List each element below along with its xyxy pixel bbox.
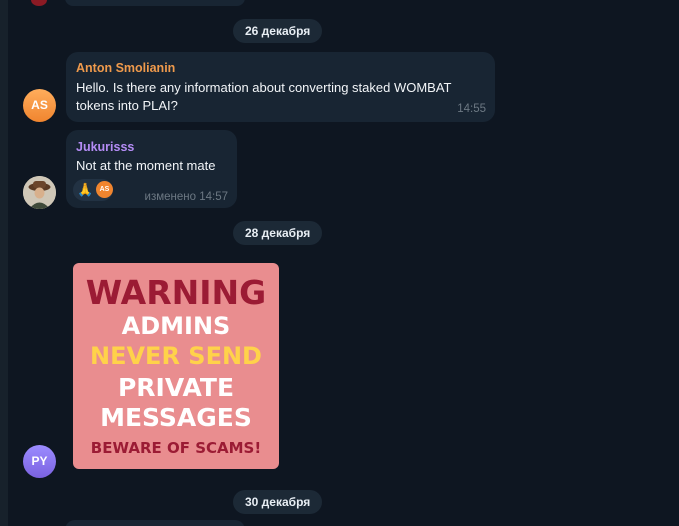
message-text-line: tokens into PLAI? (76, 98, 178, 113)
warning-line: PRIVATE (117, 373, 235, 402)
date-separator: 26 декабря (233, 19, 323, 43)
warning-line: NEVER SEND (90, 342, 262, 370)
warning-line: ADMINS (121, 312, 231, 340)
date-separator: 30 декабря (233, 490, 323, 514)
partial-avatar-icon (31, 0, 47, 6)
avatar[interactable]: AS (23, 89, 56, 122)
sidebar-edge (0, 0, 8, 526)
reactor-avatar: AS (96, 181, 113, 198)
sender-name[interactable]: Jukurisss (76, 140, 134, 154)
message-bubble[interactable]: Anton Smolianin Hello. Is there any info… (66, 52, 495, 122)
message-bubble[interactable]: Jukurisss Not at the moment mate 🙏 AS из… (66, 130, 237, 208)
chat-history[interactable]: 26 декабря AS Anton Smolianin Hello. Is … (0, 0, 679, 526)
message-text: Not at the moment mate (76, 158, 216, 173)
sender-name[interactable]: Anton Smolianin (76, 61, 175, 75)
message-time: 14:55 (457, 103, 486, 115)
warning-line: MESSAGES (100, 403, 252, 432)
message-edited-time: изменено 14:57 (144, 191, 228, 203)
user-photo-avatar[interactable] (23, 176, 56, 209)
warning-image[interactable]: WARNING ADMINS NEVER SEND PRIVATE MESSAG… (73, 263, 279, 469)
warning-line: BEWARE OF SCAMS! (90, 439, 262, 457)
user-photo-icon (23, 176, 56, 209)
previous-message-bubble[interactable] (65, 0, 245, 6)
warning-line: WARNING (85, 273, 267, 312)
message-text-line: Hello. Is there any information about co… (76, 80, 452, 95)
reaction-chip[interactable]: 🙏 AS (73, 179, 113, 201)
date-separator: 28 декабря (233, 221, 323, 245)
avatar[interactable]: PY (23, 445, 56, 478)
next-message-bubble[interactable] (65, 520, 245, 526)
pray-emoji-icon: 🙏 (77, 182, 94, 197)
